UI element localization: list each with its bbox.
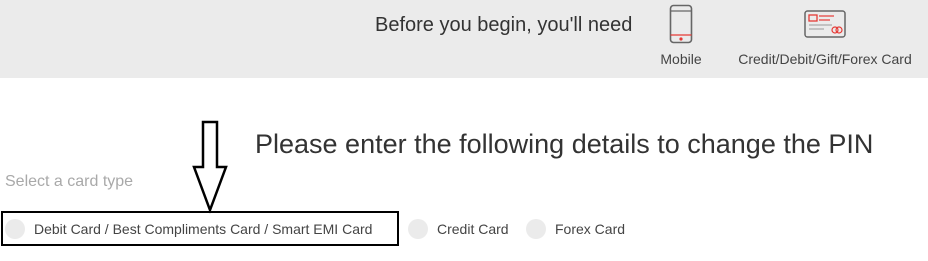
- radio-credit-card[interactable]: Credit Card: [408, 217, 509, 241]
- radio-forex-card[interactable]: Forex Card: [526, 217, 625, 241]
- requirement-mobile-label: Mobile: [660, 51, 702, 67]
- pin-change-page: Before you begin, you'll need Mobile Cre…: [0, 0, 928, 261]
- page-heading: Please enter the following details to ch…: [255, 129, 874, 159]
- radio-button[interactable]: [5, 219, 25, 239]
- card-icon: [804, 10, 846, 38]
- requirement-mobile: Mobile: [652, 4, 710, 70]
- radio-button[interactable]: [526, 219, 546, 239]
- card-type-label: Select a card type: [5, 173, 134, 190]
- mobile-phone-icon: [669, 4, 693, 44]
- down-arrow-icon: [192, 120, 228, 214]
- radio-forex-card-label: Forex Card: [555, 221, 626, 237]
- radio-button[interactable]: [408, 219, 428, 239]
- radio-debit-card-label: Debit Card / Best Compliments Card / Sma…: [34, 221, 373, 237]
- radio-credit-card-label: Credit Card: [437, 221, 509, 237]
- requirement-card-label: Credit/Debit/Gift/Forex Card: [738, 51, 912, 67]
- requirements-banner: Before you begin, you'll need Mobile Cre…: [0, 0, 928, 78]
- requirement-card: Credit/Debit/Gift/Forex Card: [735, 4, 915, 70]
- radio-debit-card[interactable]: Debit Card / Best Compliments Card / Sma…: [5, 217, 372, 241]
- requirements-title: Before you begin, you'll need: [375, 14, 633, 36]
